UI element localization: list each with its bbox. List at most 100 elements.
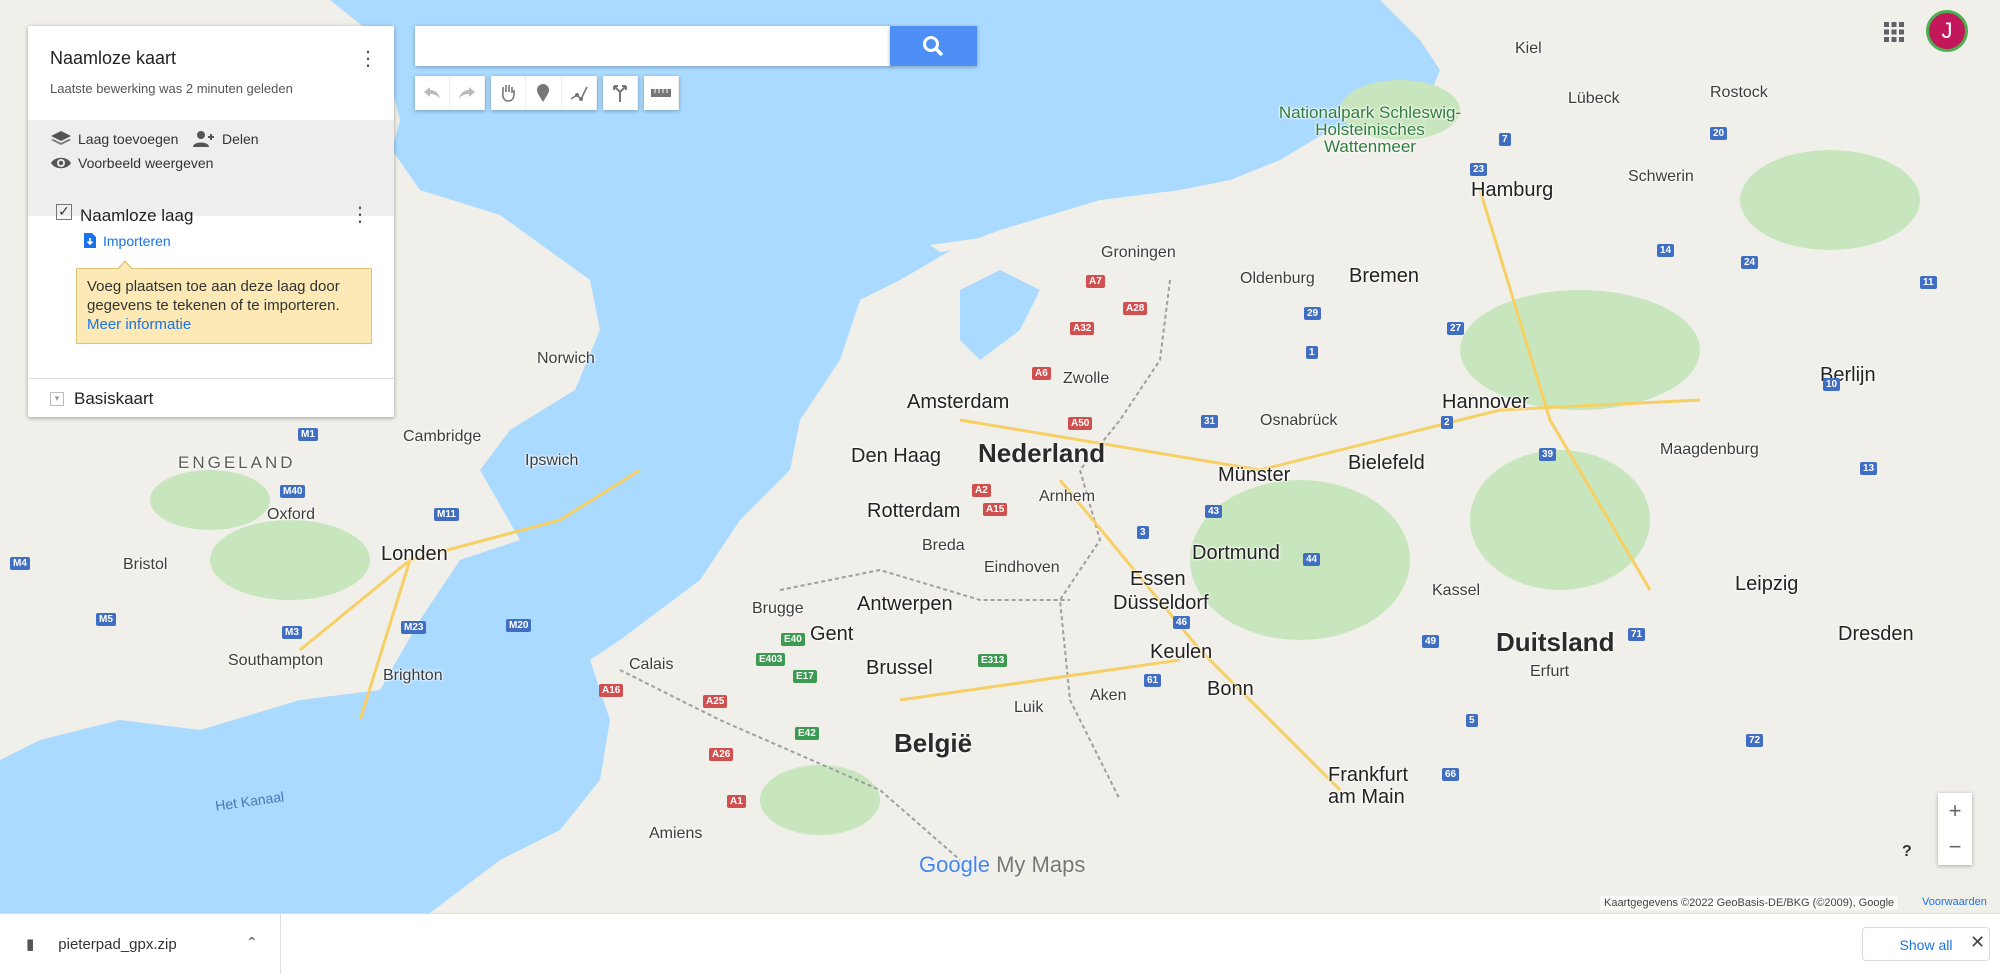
- road-2: 2: [1441, 416, 1453, 429]
- preview-label: Voorbeeld weergeven: [78, 155, 214, 171]
- layer-visibility-checkbox[interactable]: ✓: [56, 204, 72, 220]
- undo-button[interactable]: [415, 76, 450, 110]
- label-duitsland: Duitsland: [1496, 627, 1615, 657]
- label-schwerin: Schwerin: [1628, 168, 1694, 185]
- apps-grid-icon[interactable]: [1882, 20, 1906, 44]
- label-cambridge: Cambridge: [403, 428, 482, 445]
- road-a16: A16: [599, 684, 624, 697]
- chevron-up-icon[interactable]: ⌃: [246, 934, 258, 951]
- map-title[interactable]: Naamloze kaart: [50, 48, 176, 69]
- label-dresden: Dresden: [1838, 623, 1914, 645]
- label-brugge: Brugge: [752, 600, 804, 617]
- road-a28: A28: [1123, 302, 1148, 315]
- basemap-section[interactable]: ▾ Basiskaart: [50, 389, 153, 409]
- label-breda: Breda: [922, 537, 965, 554]
- preview-button[interactable]: Voorbeeld weergeven: [50, 155, 213, 171]
- label-magdeburg: Maagdenburg: [1660, 441, 1759, 458]
- close-icon[interactable]: ✕: [1970, 932, 1985, 953]
- road-71: 71: [1628, 628, 1646, 641]
- road-m20: M20: [506, 619, 532, 632]
- road-1: 1: [1306, 346, 1318, 359]
- download-bar: ▮ pieterpad_gpx.zip ⌃ Show all ✕: [0, 913, 2000, 974]
- import-label: Importeren: [103, 232, 171, 249]
- chevron-down-icon[interactable]: ▾: [50, 392, 64, 406]
- add-marker-button[interactable]: [526, 76, 562, 110]
- download-filename: pieterpad_gpx.zip: [58, 935, 177, 953]
- label-belgie: België: [894, 728, 973, 758]
- more-info-link[interactable]: Meer informatie: [87, 316, 191, 333]
- directions-group: [603, 76, 638, 110]
- avatar[interactable]: J: [1926, 10, 1968, 52]
- draw-line-button[interactable]: [562, 76, 597, 110]
- label-frankfurt: Frankfurt am Main: [1328, 764, 1409, 808]
- label-ipswich: Ipswich: [525, 452, 579, 469]
- zoom-in-button[interactable]: +: [1938, 793, 1972, 829]
- road-m40: M40: [280, 485, 306, 498]
- label-bristol: Bristol: [123, 556, 168, 573]
- road-3: 3: [1137, 526, 1149, 539]
- road-a50: A50: [1068, 417, 1093, 430]
- road-31: 31: [1201, 415, 1219, 428]
- map-options-icon[interactable]: ⋮: [358, 46, 378, 70]
- terms-link[interactable]: Voorwaarden: [1922, 896, 1987, 908]
- add-layer-button[interactable]: Laag toevoegen: [50, 130, 178, 148]
- help-icon[interactable]: ?: [1902, 843, 1912, 861]
- redo-icon: [459, 87, 475, 99]
- label-kiel: Kiel: [1515, 40, 1542, 57]
- google-wordmark: Google: [919, 852, 990, 877]
- marker-icon: [537, 84, 550, 102]
- redo-button[interactable]: [450, 76, 485, 110]
- search-button[interactable]: [890, 26, 977, 66]
- layer-name[interactable]: Naamloze laag: [80, 206, 193, 226]
- road-29: 29: [1304, 307, 1322, 320]
- undo-icon: [424, 87, 440, 99]
- layers-icon: [51, 131, 71, 145]
- label-antwerpen: Antwerpen: [857, 593, 953, 615]
- zoom-out-button[interactable]: −: [1938, 829, 1972, 865]
- road-61: 61: [1144, 674, 1162, 687]
- measure-button[interactable]: [644, 76, 679, 110]
- layer-options-icon[interactable]: ⋮: [350, 202, 370, 227]
- import-link[interactable]: Importeren: [83, 232, 171, 249]
- import-file-icon: [84, 233, 96, 248]
- label-zwolle: Zwolle: [1063, 370, 1110, 387]
- road-24: 24: [1741, 256, 1759, 269]
- road-39: 39: [1539, 448, 1557, 461]
- label-nederland: Nederland: [978, 438, 1106, 468]
- road-m5: M5: [96, 613, 116, 626]
- label-eindhoven: Eindhoven: [984, 559, 1060, 576]
- label-wattenmeer: Nationalpark Schleswig-Holsteinisches Wa…: [1278, 103, 1462, 156]
- label-kassel: Kassel: [1432, 582, 1481, 599]
- label-hannover: Hannover: [1442, 391, 1529, 413]
- search-input[interactable]: [415, 26, 891, 66]
- road-a6: A6: [1032, 367, 1051, 380]
- basemap-label: Basiskaart: [74, 389, 154, 408]
- label-southampton: Southampton: [228, 652, 324, 669]
- label-hamburg: Hamburg: [1471, 179, 1554, 201]
- directions-icon: [613, 85, 627, 102]
- download-item[interactable]: ▮ pieterpad_gpx.zip ⌃: [0, 914, 281, 974]
- google-my-maps-logo: Google My Maps: [919, 852, 1085, 878]
- directions-button[interactable]: [603, 76, 638, 110]
- label-calais: Calais: [629, 656, 674, 673]
- measure-group: [644, 76, 679, 110]
- label-gent: Gent: [810, 623, 854, 645]
- label-engeland: ENGELAND: [178, 453, 296, 472]
- map-attribution: Kaartgegevens ©2022 GeoBasis-DE/BKG (©20…: [1600, 896, 1899, 910]
- road-10: 10: [1823, 378, 1841, 391]
- pan-tool-button[interactable]: [491, 76, 527, 110]
- road-14: 14: [1657, 244, 1675, 257]
- label-rotterdam: Rotterdam: [867, 500, 961, 522]
- road-7: 7: [1499, 133, 1511, 146]
- share-button[interactable]: Delen: [192, 130, 259, 148]
- panel-actions: Laag toevoegen Delen Voorbeeld weergeven: [28, 120, 394, 216]
- label-lubeck: Lübeck: [1568, 90, 1620, 107]
- label-essen: Essen: [1130, 568, 1186, 590]
- eye-icon: [51, 157, 71, 169]
- draw-line-icon: [570, 86, 588, 101]
- road-49: 49: [1422, 635, 1440, 648]
- label-osnabruck: Osnabrück: [1260, 412, 1338, 429]
- label-groningen: Groningen: [1101, 244, 1176, 261]
- road-44: 44: [1303, 553, 1321, 566]
- road-m4: M4: [10, 557, 30, 570]
